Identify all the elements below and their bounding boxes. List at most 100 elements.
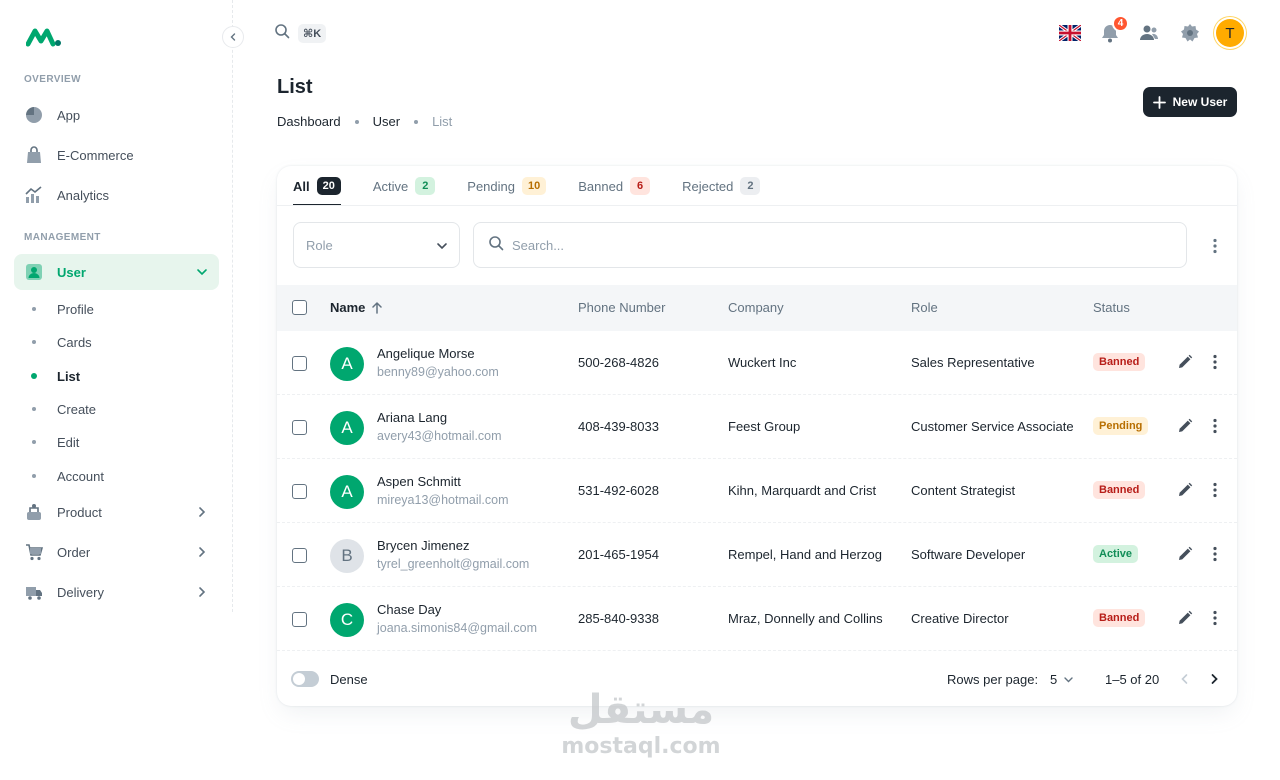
column-header-name[interactable]: Name bbox=[330, 300, 384, 315]
pencil-icon bbox=[1179, 610, 1193, 624]
bullet-dot bbox=[32, 407, 36, 411]
dense-toggle[interactable] bbox=[291, 671, 319, 687]
rows-per-page-select[interactable]: 5 bbox=[1050, 672, 1074, 687]
tab-active[interactable]: Active 2 bbox=[373, 166, 436, 206]
breadcrumb: Dashboard User List bbox=[277, 114, 452, 129]
sidebar-subitem-profile[interactable]: Profile bbox=[14, 294, 219, 324]
row-more-button[interactable] bbox=[1205, 544, 1225, 564]
edit-button[interactable] bbox=[1175, 416, 1195, 436]
status-badge: Banned bbox=[1093, 609, 1146, 627]
tab-banned[interactable]: Banned 6 bbox=[578, 166, 651, 206]
user-name[interactable]: Aspen Schmitt bbox=[377, 474, 461, 489]
brand-logo[interactable] bbox=[25, 24, 62, 50]
row-more-button[interactable] bbox=[1205, 352, 1225, 372]
role-filter-select[interactable]: Role bbox=[293, 222, 460, 268]
row-checkbox[interactable] bbox=[292, 612, 307, 627]
row-more-button[interactable] bbox=[1205, 480, 1225, 500]
sidebar-item-order[interactable]: Order bbox=[14, 534, 219, 570]
search-icon bbox=[488, 235, 504, 256]
sidebar-item-ecommerce[interactable]: E-Commerce bbox=[14, 137, 219, 173]
language-button[interactable] bbox=[1058, 21, 1082, 45]
search-field bbox=[473, 222, 1187, 268]
sidebar-subitem-cards[interactable]: Cards bbox=[14, 327, 219, 357]
column-header-role[interactable]: Role bbox=[911, 300, 938, 315]
toolbar-more-button[interactable] bbox=[1203, 234, 1227, 258]
chevron-down-icon bbox=[435, 239, 449, 256]
chevron-right-icon bbox=[195, 505, 209, 519]
edit-button[interactable] bbox=[1175, 480, 1195, 500]
column-header-company[interactable]: Company bbox=[728, 300, 784, 315]
select-all-checkbox[interactable] bbox=[292, 300, 307, 315]
chevron-left-icon bbox=[1181, 674, 1188, 684]
sidebar-item-label: Delivery bbox=[57, 584, 104, 600]
sidebar-subitem-account[interactable]: Account bbox=[14, 461, 219, 491]
row-more-button[interactable] bbox=[1205, 608, 1225, 628]
management-subheader: MANAGEMENT bbox=[24, 232, 101, 243]
arrow-up-icon bbox=[372, 301, 383, 314]
tab-label: Pending bbox=[467, 178, 515, 194]
new-user-button[interactable]: New User bbox=[1143, 87, 1237, 117]
search-input[interactable] bbox=[512, 237, 1112, 253]
sidebar-collapse-button[interactable] bbox=[222, 26, 244, 48]
user-name[interactable]: Ariana Lang bbox=[377, 410, 447, 425]
sidebar-subitem-list[interactable]: List bbox=[14, 361, 219, 391]
role-cell: Content Strategist bbox=[911, 483, 1016, 498]
user-name[interactable]: Chase Day bbox=[377, 602, 441, 617]
pagination-info: 1–5 of 20 bbox=[1105, 672, 1160, 687]
contacts-button[interactable] bbox=[1137, 21, 1161, 45]
tab-pending[interactable]: Pending 10 bbox=[467, 166, 547, 206]
row-checkbox[interactable] bbox=[292, 484, 307, 499]
watermark-latin: mostaql.com bbox=[561, 734, 721, 759]
settings-button[interactable] bbox=[1178, 21, 1202, 45]
edit-button[interactable] bbox=[1175, 352, 1195, 372]
pencil-icon bbox=[1179, 482, 1193, 496]
sidebar-item-analytics[interactable]: Analytics bbox=[14, 177, 219, 213]
next-page-button[interactable] bbox=[1204, 669, 1224, 689]
user-icon bbox=[24, 262, 44, 282]
row-checkbox[interactable] bbox=[292, 548, 307, 563]
contacts-icon bbox=[1140, 25, 1159, 40]
role-cell: Customer Service Associate bbox=[911, 419, 1074, 434]
column-header-phone[interactable]: Phone Number bbox=[578, 300, 665, 315]
row-checkbox[interactable] bbox=[292, 356, 307, 371]
sidebar-item-label: E-Commerce bbox=[57, 147, 134, 163]
tab-rejected[interactable]: Rejected 2 bbox=[682, 166, 761, 206]
phone-cell: 531-492-6028 bbox=[578, 483, 659, 498]
status-badge: Pending bbox=[1093, 417, 1149, 435]
tab-all[interactable]: All 20 bbox=[293, 166, 341, 206]
sidebar-item-delivery[interactable]: Delivery bbox=[14, 574, 219, 610]
sidebar-subitem-label: List bbox=[57, 368, 81, 384]
chevron-right-icon bbox=[195, 545, 209, 559]
global-search-button[interactable]: ⌘K bbox=[274, 23, 327, 44]
table-row: A Angelique Morse benny89@yahoo.com 500-… bbox=[277, 331, 1237, 395]
sidebar-item-product[interactable]: Product bbox=[14, 494, 219, 530]
account-avatar[interactable]: T bbox=[1216, 19, 1244, 47]
pencil-icon bbox=[1179, 418, 1193, 432]
company-cell: Feest Group bbox=[728, 419, 801, 434]
table-row: C Chase Day joana.simonis84@gmail.com 28… bbox=[277, 587, 1237, 651]
sidebar-subitem-create[interactable]: Create bbox=[14, 394, 219, 424]
column-header-status[interactable]: Status bbox=[1093, 300, 1130, 315]
avatar: A bbox=[330, 347, 364, 381]
breadcrumb-link[interactable]: Dashboard bbox=[277, 114, 341, 129]
sidebar-item-label: User bbox=[57, 264, 86, 280]
sidebar-item-user[interactable]: User bbox=[14, 254, 219, 290]
edit-button[interactable] bbox=[1175, 544, 1195, 564]
tab-label: Banned bbox=[578, 178, 624, 194]
row-more-button[interactable] bbox=[1205, 416, 1225, 436]
truck-icon bbox=[24, 582, 44, 602]
page-title: List bbox=[277, 76, 313, 98]
sidebar: OVERVIEW App E-Commerce Analytics MANAGE… bbox=[0, 0, 233, 612]
row-checkbox[interactable] bbox=[292, 420, 307, 435]
sidebar-item-app[interactable]: App bbox=[14, 97, 219, 133]
user-name[interactable]: Brycen Jimenez bbox=[377, 538, 469, 553]
pencil-icon bbox=[1179, 354, 1193, 368]
tab-count: 2 bbox=[740, 177, 761, 195]
sidebar-subitem-edit[interactable]: Edit bbox=[14, 427, 219, 457]
previous-page-button[interactable] bbox=[1175, 669, 1195, 689]
edit-button[interactable] bbox=[1175, 608, 1195, 628]
user-name[interactable]: Angelique Morse bbox=[377, 346, 475, 361]
breadcrumb-link[interactable]: User bbox=[373, 114, 400, 129]
role-cell: Sales Representative bbox=[911, 355, 1035, 370]
bullet-dot bbox=[32, 340, 36, 344]
